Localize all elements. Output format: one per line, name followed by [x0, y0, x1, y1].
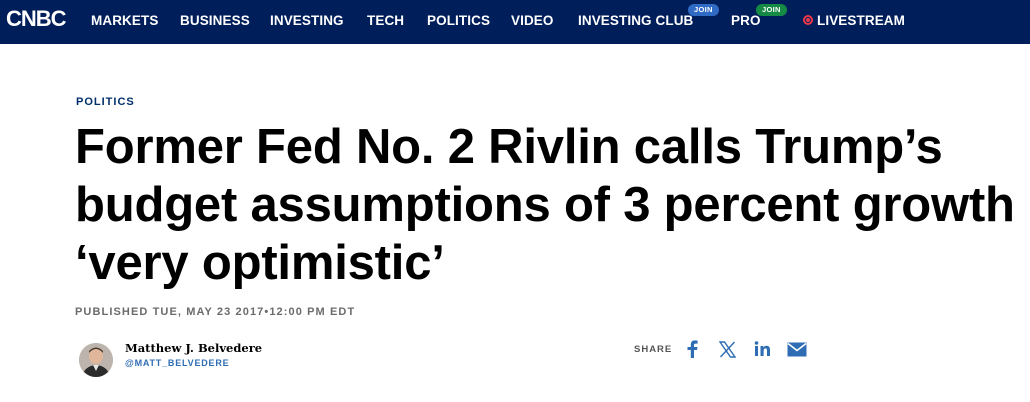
nav-item-livestream[interactable]: LIVESTREAM [817, 13, 905, 28]
nav-item-business[interactable]: BUSINESS [180, 13, 250, 28]
author-avatar[interactable] [79, 343, 113, 377]
nav-item-investing-club[interactable]: INVESTING CLUB [578, 13, 693, 28]
nav-item-investing[interactable]: INVESTING [270, 13, 344, 28]
nav-item-markets[interactable]: MARKETS [91, 13, 158, 28]
facebook-icon[interactable] [681, 338, 703, 360]
email-icon[interactable] [786, 338, 808, 360]
article-category[interactable]: POLITICS [76, 96, 135, 108]
live-indicator-icon [803, 15, 813, 25]
investing-club-join-badge[interactable]: JOIN [688, 4, 719, 16]
pro-join-badge[interactable]: JOIN [756, 4, 787, 16]
share-label: SHARE [634, 344, 673, 355]
author-photo-icon [79, 343, 113, 377]
author-handle[interactable]: @MATT_BELVEDERE [125, 358, 229, 368]
nav-item-pro[interactable]: PRO [731, 13, 761, 28]
published-date: PUBLISHED TUE, MAY 23 2017•12:00 PM EDT [75, 306, 356, 318]
article-headline: Former Fed No. 2 Rivlin calls Trump’s bu… [75, 120, 1015, 290]
top-navbar: CNBC MARKETS BUSINESS INVESTING TECH POL… [0, 0, 1030, 44]
linkedin-icon[interactable] [751, 338, 773, 360]
nav-item-video[interactable]: VIDEO [511, 13, 554, 28]
author-name[interactable]: Matthew J. Belvedere [125, 341, 262, 355]
nav-item-tech[interactable]: TECH [367, 13, 404, 28]
x-icon[interactable] [716, 338, 738, 360]
nav-item-politics[interactable]: POLITICS [427, 13, 490, 28]
cnbc-logo[interactable]: CNBC [0, 4, 67, 34]
logo-text: CNBC [6, 6, 67, 31]
